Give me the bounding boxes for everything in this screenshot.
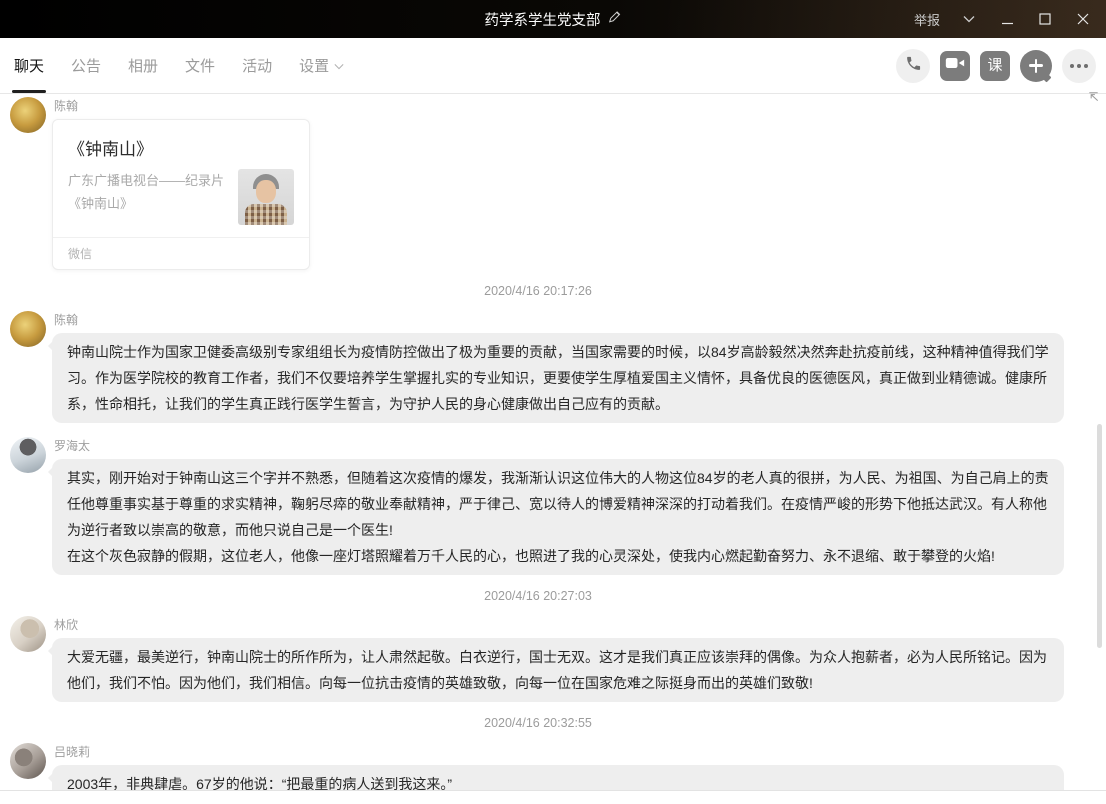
link-card-title: 《钟南山》	[68, 135, 294, 160]
edit-title-icon[interactable]	[608, 10, 622, 28]
tab-files[interactable]: 文件	[185, 38, 215, 93]
sender-name: 陈翰	[54, 99, 310, 113]
message: 罗海太 其实，刚开始对于钟南山这三个字并不熟悉，但随着这次疫情的爆发，我渐渐认识…	[10, 437, 1066, 575]
scrollbar-thumb[interactable]	[1097, 424, 1102, 648]
message: 林欣 大爱无疆，最美逆行，钟南山院士的所作所为，让人肃然起敬。白衣逆行，国士无双…	[10, 616, 1066, 702]
tab-files-label: 文件	[185, 55, 215, 76]
message-bubble[interactable]: 其实，刚开始对于钟南山这三个字并不熟悉，但随着这次疫情的爆发，我渐渐认识这位伟大…	[52, 459, 1064, 575]
avatar[interactable]	[10, 311, 46, 347]
link-card-thumbnail	[238, 169, 294, 225]
titlebar: 药学系学生党支部 举报	[0, 0, 1106, 38]
chevron-down-icon[interactable]	[960, 10, 978, 28]
class-button[interactable]: 课	[980, 51, 1010, 81]
class-icon: 课	[987, 58, 1002, 73]
tab-settings-label: 设置	[299, 55, 329, 76]
tab-announcements[interactable]: 公告	[71, 38, 101, 93]
tab-chat[interactable]: 聊天	[14, 38, 44, 93]
add-button[interactable]	[1020, 50, 1052, 82]
timestamp: 2020/4/16 20:27:03	[10, 589, 1066, 603]
chat-toolbar: 课	[896, 38, 1106, 93]
link-card[interactable]: 《钟南山》 广东广播电视台——纪录片《钟南山》 微信	[52, 119, 310, 270]
report-button[interactable]: 举报	[914, 10, 940, 29]
link-card-source: 微信	[53, 237, 309, 269]
tab-settings[interactable]: 设置	[299, 38, 344, 93]
maximize-button[interactable]	[1036, 10, 1054, 28]
tab-album-label: 相册	[128, 55, 158, 76]
sender-name: 罗海太	[54, 439, 1064, 453]
video-call-button[interactable]	[940, 51, 970, 81]
tabbar: 聊天 公告 相册 文件 活动 设置 课	[0, 38, 1106, 94]
message-text: 钟南山院士作为国家卫健委高级别专家组组长为疫情防控做出了极为重要的贡献，当国家需…	[67, 339, 1049, 417]
tab-album[interactable]: 相册	[128, 38, 158, 93]
chevron-down-icon	[334, 57, 344, 74]
sender-name: 陈翰	[54, 313, 1064, 327]
group-title: 药学系学生党支部	[485, 0, 622, 38]
titlebar-actions: 举报	[914, 0, 1092, 38]
voice-call-button[interactable]	[896, 49, 930, 83]
link-card-description: 广东广播电视台——纪录片《钟南山》	[68, 169, 230, 225]
avatar[interactable]	[10, 616, 46, 652]
timestamp: 2020/4/16 20:17:26	[10, 284, 1066, 298]
avatar[interactable]	[10, 437, 46, 473]
sender-name: 吕晓莉	[54, 745, 1064, 759]
tab-chat-label: 聊天	[14, 55, 44, 76]
close-button[interactable]	[1074, 10, 1092, 28]
message-text: 在这个灰色寂静的假期，这位老人，他像一座灯塔照耀着万千人民的心，也照进了我的心灵…	[67, 543, 1049, 569]
message-bubble[interactable]: 钟南山院士作为国家卫健委高级别专家组组长为疫情防控做出了极为重要的贡献，当国家需…	[52, 333, 1064, 423]
ellipsis-icon	[1070, 64, 1088, 68]
group-title-text: 药学系学生党支部	[485, 9, 601, 30]
timestamp: 2020/4/16 20:32:55	[10, 716, 1066, 730]
message-text: 大爱无疆，最美逆行，钟南山院士的所作所为，让人肃然起敬。白衣逆行，国士无双。这才…	[67, 644, 1049, 696]
tab-announcements-label: 公告	[71, 55, 101, 76]
more-button[interactable]	[1062, 49, 1096, 83]
message-text: 2003年，非典肆虐。67岁的他说：“把最重的病人送到我这来。”	[67, 771, 1049, 790]
avatar[interactable]	[10, 743, 46, 779]
tab-activities-label: 活动	[242, 55, 272, 76]
chat-history[interactable]: 陈翰 《钟南山》 广东广播电视台——纪录片《钟南山》 微信 2020/4/16 …	[0, 95, 1106, 790]
avatar[interactable]	[10, 97, 46, 133]
tab-activities[interactable]: 活动	[242, 38, 272, 93]
sender-name: 林欣	[54, 618, 1064, 632]
message-bubble[interactable]: 2003年，非典肆虐。67岁的他说：“把最重的病人送到我这来。” 2020年，面…	[52, 765, 1064, 790]
message-text: 其实，刚开始对于钟南山这三个字并不熟悉，但随着这次疫情的爆发，我渐渐认识这位伟大…	[67, 465, 1049, 543]
input-area-divider	[0, 790, 1106, 804]
video-camera-icon	[945, 55, 965, 76]
minimize-button[interactable]	[998, 10, 1016, 28]
jump-to-top-icon[interactable]	[1087, 90, 1100, 108]
message-bubble[interactable]: 大爱无疆，最美逆行，钟南山院士的所作所为，让人肃然起敬。白衣逆行，国士无双。这才…	[52, 638, 1064, 702]
message: 吕晓莉 2003年，非典肆虐。67岁的他说：“把最重的病人送到我这来。” 202…	[10, 743, 1066, 790]
message: 陈翰 《钟南山》 广东广播电视台——纪录片《钟南山》 微信	[10, 97, 1066, 270]
phone-icon	[905, 55, 922, 77]
message: 陈翰 钟南山院士作为国家卫健委高级别专家组组长为疫情防控做出了极为重要的贡献，当…	[10, 311, 1066, 423]
